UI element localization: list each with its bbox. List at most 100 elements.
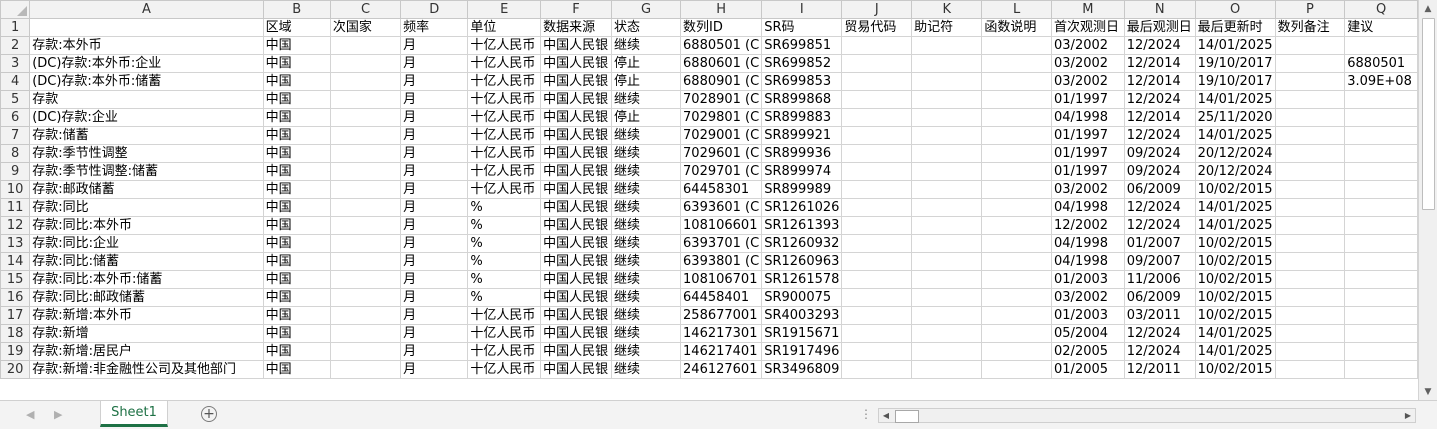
cell-n7[interactable]: 12/2024 [1123,126,1196,145]
cell-k20[interactable] [911,360,983,379]
cell-o2[interactable]: 14/01/2025 [1194,36,1276,55]
cell-n2[interactable]: 12/2024 [1123,36,1196,55]
cell-i20[interactable]: SR3496809 [761,360,843,379]
cell-f17[interactable]: 中国人民银 [540,306,612,325]
cell-a5[interactable]: 存款 [29,90,264,109]
cell-b16[interactable]: 中国 [262,288,331,307]
row-header[interactable]: 19 [0,342,31,361]
cell-l13[interactable] [981,234,1053,253]
cell-k4[interactable] [911,72,983,91]
cell-p18[interactable] [1274,324,1346,343]
cell-j8[interactable] [841,144,913,163]
cell-d15[interactable]: 月 [400,270,469,289]
cell-q16[interactable] [1344,288,1418,307]
cell-q17[interactable] [1344,306,1418,325]
cell-e8[interactable]: 十亿人民币 [467,144,542,163]
cell-n14[interactable]: 09/2007 [1123,252,1196,271]
cell-i9[interactable]: SR899974 [761,162,843,181]
cell-b4[interactable]: 中国 [262,72,331,91]
cell-n18[interactable]: 12/2024 [1123,324,1196,343]
cell-p7[interactable] [1274,126,1346,145]
cell-b9[interactable]: 中国 [262,162,331,181]
cell-q13[interactable] [1344,234,1418,253]
cell-m7[interactable]: 01/1997 [1051,126,1125,145]
cell-g20[interactable]: 继续 [610,360,682,379]
cell-e16[interactable]: % [467,288,542,307]
cell-d5[interactable]: 月 [400,90,469,109]
cell-p9[interactable] [1274,162,1346,181]
cell-p16[interactable] [1274,288,1346,307]
cell-p20[interactable] [1274,360,1346,379]
cell-p15[interactable] [1274,270,1346,289]
cell-k3[interactable] [911,54,983,73]
cell-h8[interactable]: 7029601 (C [680,144,763,163]
cell-a11[interactable]: 存款:同比 [29,198,264,217]
cell-g17[interactable]: 继续 [610,306,682,325]
cell-q15[interactable] [1344,270,1418,289]
cell-k5[interactable] [911,90,983,109]
column-header-l[interactable]: L [981,0,1053,19]
cell-i12[interactable]: SR1261393 [761,216,843,235]
cell-q8[interactable] [1344,144,1418,163]
cell-q10[interactable] [1344,180,1418,199]
row-header[interactable]: 2 [0,36,31,55]
cell-d12[interactable]: 月 [400,216,469,235]
cell-o10[interactable]: 10/02/2015 [1194,180,1276,199]
cell-q3[interactable]: 6880501 [1344,54,1418,73]
cell-b5[interactable]: 中国 [262,90,331,109]
cell-q6[interactable] [1344,108,1418,127]
cell-o12[interactable]: 14/01/2025 [1194,216,1276,235]
cell-k19[interactable] [911,342,983,361]
cell-e12[interactable]: % [467,216,542,235]
cell-o19[interactable]: 14/01/2025 [1194,342,1276,361]
cell-m16[interactable]: 03/2002 [1051,288,1125,307]
cell-f4[interactable]: 中国人民银 [540,72,612,91]
cell-e11[interactable]: % [467,198,542,217]
row-header[interactable]: 13 [0,234,31,253]
row-header[interactable]: 7 [0,126,31,145]
cell-g10[interactable]: 继续 [610,180,682,199]
cell-h19[interactable]: 146217401 [680,342,763,361]
cell-l18[interactable] [981,324,1053,343]
cell-l19[interactable] [981,342,1053,361]
column-header-j[interactable]: J [841,0,913,19]
cell-i1[interactable]: SR码 [761,18,843,37]
cell-o16[interactable]: 10/02/2015 [1194,288,1276,307]
cell-k7[interactable] [911,126,983,145]
column-header-g[interactable]: G [610,0,682,19]
cell-o20[interactable]: 10/02/2015 [1194,360,1276,379]
cell-h2[interactable]: 6880501 (C [680,36,763,55]
row-header[interactable]: 12 [0,216,31,235]
cell-p3[interactable] [1274,54,1346,73]
cell-i19[interactable]: SR1917496 [761,342,843,361]
cell-k9[interactable] [911,162,983,181]
cell-m18[interactable]: 05/2004 [1051,324,1125,343]
cell-c18[interactable] [329,324,402,343]
cell-g11[interactable]: 继续 [610,198,682,217]
cell-e4[interactable]: 十亿人民币 [467,72,542,91]
cell-g3[interactable]: 停止 [610,54,682,73]
cell-m4[interactable]: 03/2002 [1051,72,1125,91]
row-header[interactable]: 15 [0,270,31,289]
row-header[interactable]: 14 [0,252,31,271]
cell-l20[interactable] [981,360,1053,379]
cell-l12[interactable] [981,216,1053,235]
cell-q19[interactable] [1344,342,1418,361]
cell-i18[interactable]: SR1915671 [761,324,843,343]
cell-p19[interactable] [1274,342,1346,361]
cell-q2[interactable] [1344,36,1418,55]
cell-h18[interactable]: 146217301 [680,324,763,343]
cell-n8[interactable]: 09/2024 [1123,144,1196,163]
cell-b14[interactable]: 中国 [262,252,331,271]
row-header[interactable]: 5 [0,90,31,109]
cell-a9[interactable]: 存款:季节性调整:储蓄 [29,162,264,181]
select-all-corner[interactable] [0,0,31,19]
tab-prev-icon[interactable]: ◀ [26,408,34,421]
cell-h11[interactable]: 6393601 (C [680,198,763,217]
cell-g8[interactable]: 继续 [610,144,682,163]
cell-o6[interactable]: 25/11/2020 [1194,108,1276,127]
horizontal-scroll-thumb[interactable] [895,410,919,423]
cell-h10[interactable]: 64458301 [680,180,763,199]
cell-b18[interactable]: 中国 [262,324,331,343]
cell-a12[interactable]: 存款:同比:本外币 [29,216,264,235]
